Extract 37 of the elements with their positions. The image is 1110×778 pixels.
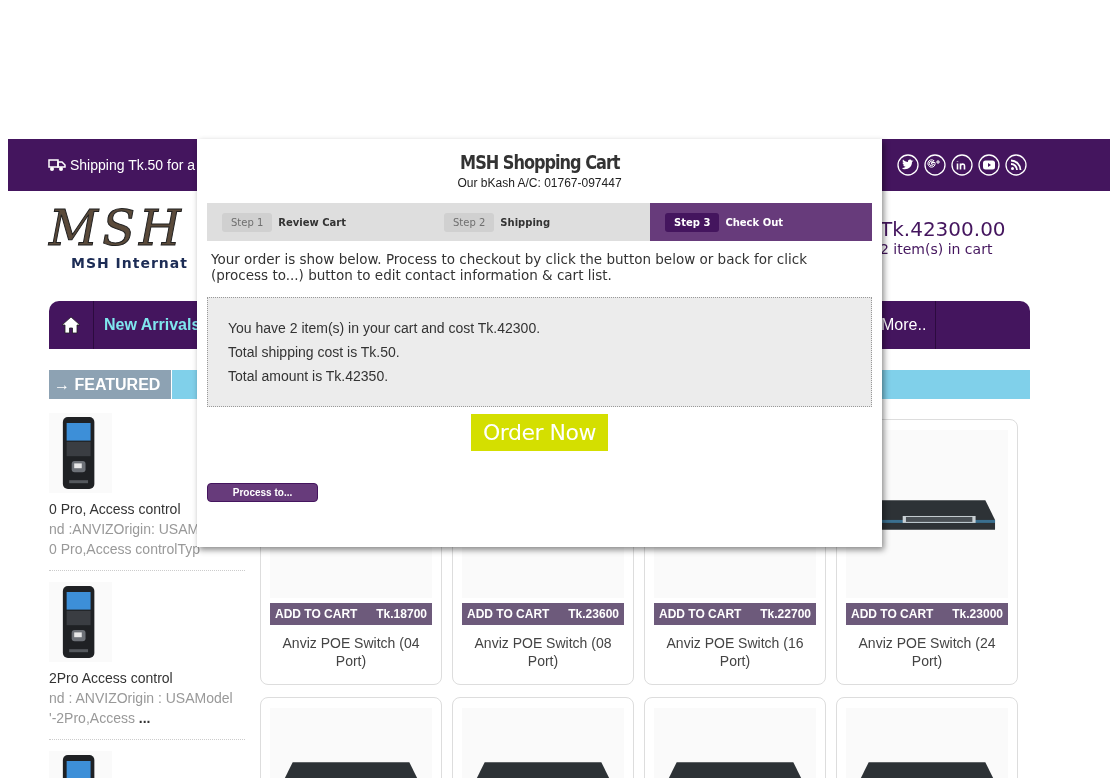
step-label: Review Cart	[278, 216, 347, 228]
process-button[interactable]: Process to...	[207, 483, 318, 502]
price: Tk.22700	[760, 607, 811, 621]
step-tab[interactable]: Step 3 Check Out	[650, 203, 872, 241]
step-number: Step 2	[444, 212, 495, 232]
product-description: nd : ANVIZOrigin : USAModel	[49, 689, 234, 708]
shipping-text: Shipping Tk.50 for a	[70, 157, 196, 173]
product-name[interactable]: 2Pro Access control	[49, 668, 245, 688]
section-title: → FEATURED	[54, 375, 161, 394]
price: Tk.23000	[952, 607, 1003, 621]
bkash-account: Our bKash A/C: 01767-097447	[457, 176, 622, 190]
step-label: Shipping	[500, 216, 551, 228]
step-label: Check Out	[725, 216, 784, 228]
step-tab[interactable]: Step 2 Shipping	[429, 203, 650, 241]
step-tab[interactable]: Step 1 Review Cart	[207, 203, 429, 241]
product-description: '-2Pro,Access ...	[49, 709, 152, 728]
instructions: Your order is show below. Process to checkout by click the button below or back for click (process to...) button to edit contact information & cart list.	[211, 251, 808, 283]
step-number: Step 1	[222, 212, 273, 232]
price: Tk.23600	[568, 607, 619, 621]
summary-line: You have 2 item(s) in your cart and cost Tk.42300.	[228, 320, 542, 336]
logo-subtitle: MSH Internat	[71, 255, 188, 271]
add-to-cart-link[interactable]: ADD TO CART	[851, 607, 934, 621]
product-name[interactable]: Anviz POE Switch (16 Port)	[654, 634, 816, 670]
dialog-title: MSH Shopping Cart	[459, 151, 620, 173]
price: Tk.18700	[376, 607, 427, 621]
add-to-cart-link[interactable]: ADD TO CART	[467, 607, 550, 621]
add-to-cart-link[interactable]: ADD TO CART	[275, 607, 358, 621]
add-to-cart-link[interactable]: ADD TO CART	[659, 607, 742, 621]
cart-total: Tk.42300.00	[880, 217, 1007, 241]
summary-line: Total shipping cost is Tk.50.	[228, 344, 401, 360]
product-name[interactable]: Anviz POE Switch (08 Port)	[462, 634, 624, 670]
product-description: 0 Pro,Access controlTyp	[49, 540, 201, 559]
summary-line: Total amount is Tk.42350.	[228, 368, 390, 384]
product-name[interactable]: Anviz POE Switch (04 Port)	[270, 634, 432, 670]
product-name[interactable]: Anviz POE Switch (24 Port)	[846, 634, 1008, 670]
logo-text: MSH	[49, 205, 185, 251]
step-number: Step 3	[665, 212, 720, 232]
